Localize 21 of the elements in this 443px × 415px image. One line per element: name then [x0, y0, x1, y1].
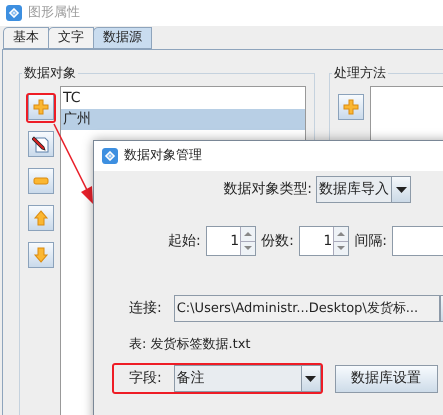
dialog-title: 数据对象管理 [124, 147, 202, 166]
type-dropdown[interactable]: 数据库导入 [316, 176, 411, 203]
list-item[interactable]: 广州 [61, 108, 305, 130]
group-title: 数据对象 [23, 65, 77, 83]
field-label: 起始: [168, 232, 201, 250]
group-title: 处理方法 [333, 65, 387, 83]
field-label: 间隔: [354, 232, 387, 250]
field-dropdown[interactable]: 备注 [174, 365, 321, 392]
connection-field[interactable]: C:\Users\Administr...Desktop\发货标... [174, 295, 440, 322]
field-label: 数据对象类型: [223, 180, 312, 199]
tab[interactable]: 基本 [3, 27, 49, 49]
database-settings-button[interactable]: 数据库设置 [334, 364, 438, 392]
field-label: 份数: [261, 232, 294, 250]
field-label: 字段: [129, 369, 162, 388]
tab[interactable]: 文字 [48, 27, 94, 49]
table-name: 表: 发货标签数据.txt [128, 336, 252, 354]
field-label: 连接: [129, 299, 162, 318]
copies-spinner[interactable]: 1 [298, 226, 350, 256]
tab[interactable]: 数据源 [93, 27, 152, 49]
window-title: 图形属性 [28, 4, 80, 22]
start-spinner[interactable]: 1 [206, 226, 256, 256]
